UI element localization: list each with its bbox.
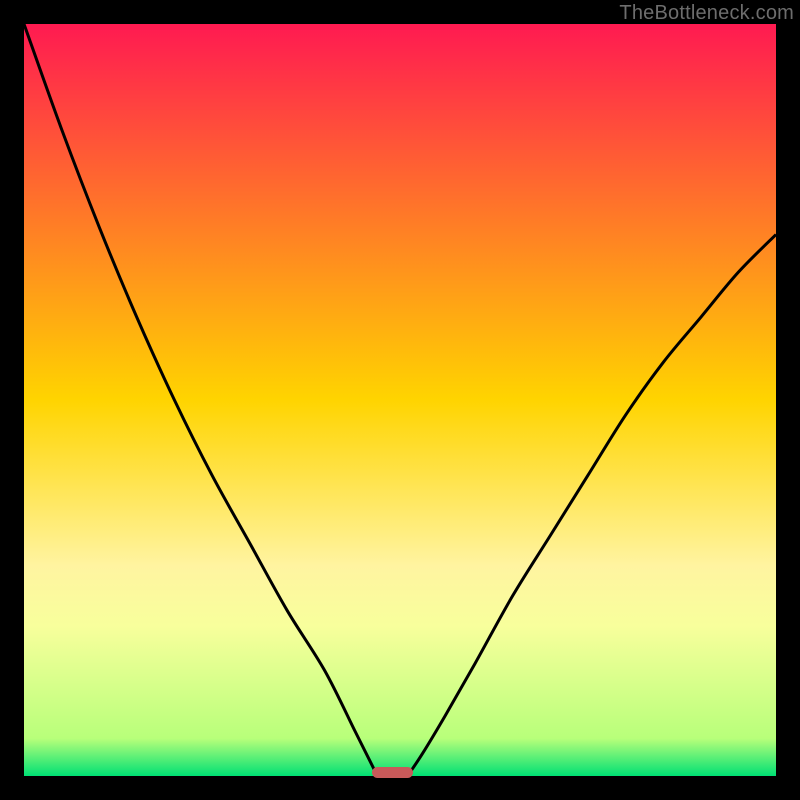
chart-frame: [24, 24, 776, 776]
chart-svg: [24, 24, 776, 776]
gradient-background: [24, 24, 776, 776]
optimal-marker: [372, 767, 413, 778]
attribution-label: TheBottleneck.com: [619, 2, 794, 25]
